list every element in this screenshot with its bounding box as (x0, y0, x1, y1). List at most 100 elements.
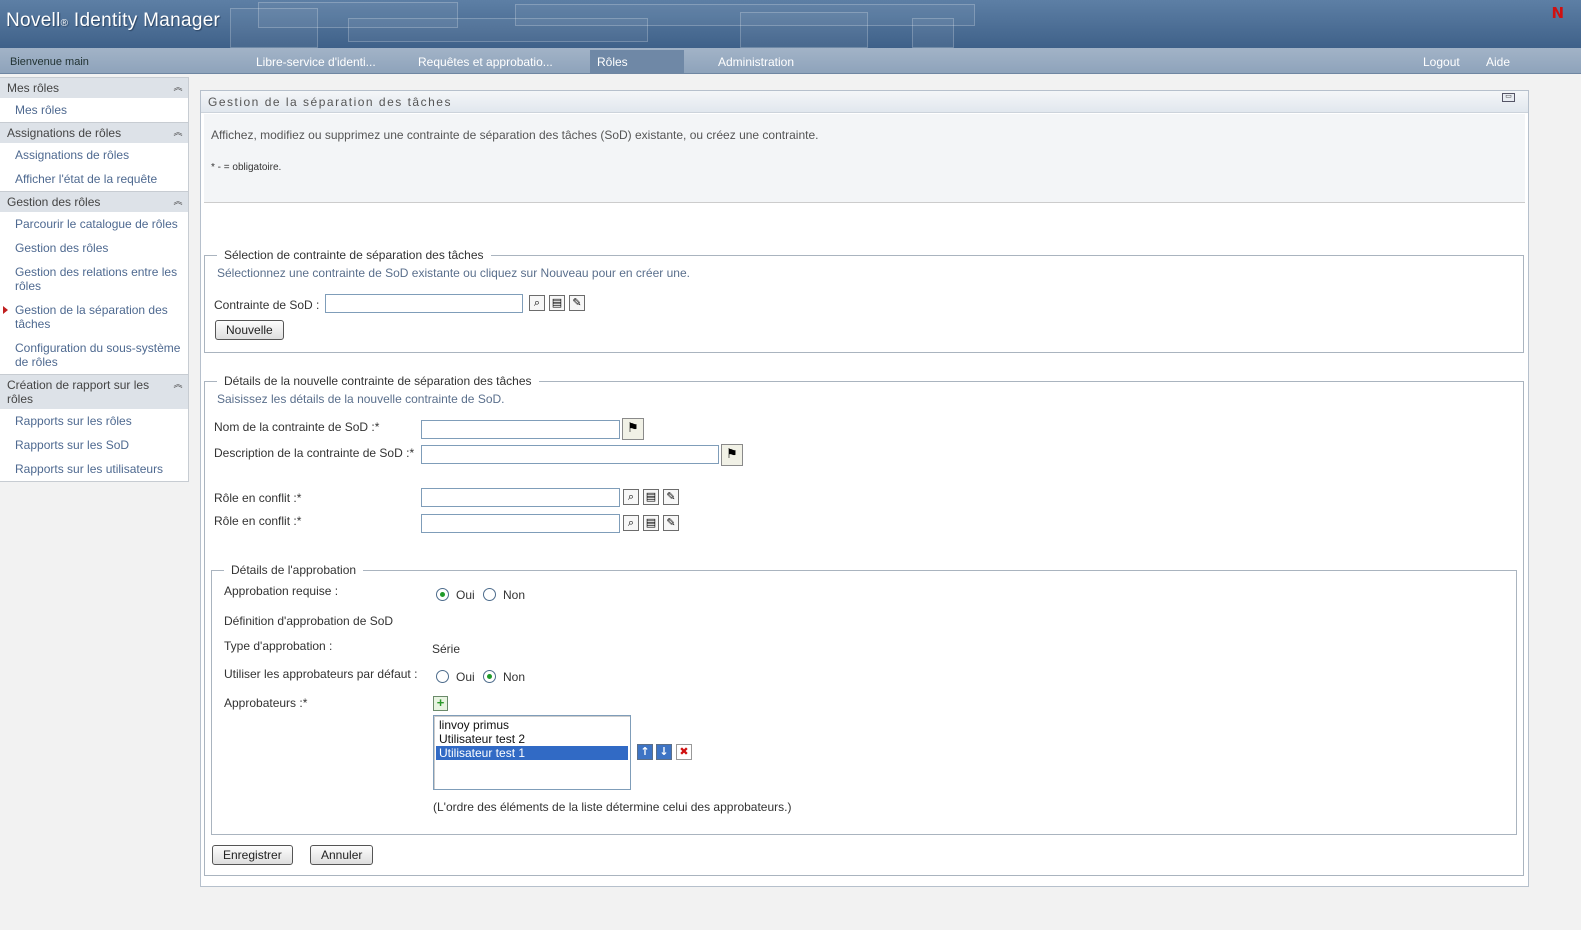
sidebar-item-role-subsystem-config[interactable]: Configuration du sous-système de rôles (0, 336, 188, 374)
brand-name: Novell (6, 10, 61, 31)
tab-self-service[interactable]: Libre-service d'identi... (256, 55, 376, 69)
section-legend: Sélection de contrainte de séparation de… (217, 248, 491, 262)
list-item[interactable]: Utilisateur test 1 (436, 746, 628, 760)
sidebar-section-role-management[interactable]: Gestion des rôles ︽ (0, 191, 188, 212)
sidebar-item-role-management[interactable]: Gestion des rôles (0, 236, 188, 260)
history-icon[interactable]: ▤ (549, 295, 565, 311)
approval-required-yes-label: Oui (456, 588, 475, 602)
default-approvers-yes-label: Oui (456, 670, 475, 684)
sidebar-item-sod-management[interactable]: Gestion de la séparation des tâches (0, 298, 188, 336)
conflicting-role-2-label: Rôle en conflit :* (214, 514, 302, 528)
required-note: * - = obligatoire. (211, 162, 282, 173)
sidebar-section-my-roles[interactable]: Mes rôles ︽ (0, 78, 188, 98)
approvers-label: Approbateurs :* (224, 696, 308, 710)
constraint-name-input[interactable] (421, 420, 620, 439)
sidebar-section-title: Assignations de rôles (7, 126, 122, 140)
search-icon[interactable]: ⌕ (623, 489, 639, 505)
sidebar-section-title: Mes rôles (7, 81, 60, 95)
tab-requests-approvals[interactable]: Requêtes et approbatio... (418, 55, 553, 69)
history-icon[interactable]: ▤ (643, 489, 659, 505)
intro-area: Affichez, modifiez ou supprimez une cont… (204, 114, 1525, 203)
approval-type-value: Série (432, 642, 461, 656)
approval-required-label: Approbation requise : (224, 584, 339, 598)
sidebar-item-user-reports[interactable]: Rapports sur les utilisateurs (0, 457, 188, 481)
section-hint: Sélectionnez une contrainte de SoD exist… (217, 266, 690, 280)
default-approvers-no-label: Non (503, 670, 526, 684)
logout-link[interactable]: Logout (1423, 55, 1460, 69)
approval-definition-label: Définition d'approbation de SoD (224, 614, 394, 628)
localize-icon[interactable]: ⚑ (622, 418, 644, 440)
localize-icon[interactable]: ⚑ (721, 444, 743, 466)
default-approvers-no-radio[interactable] (483, 670, 496, 683)
list-item[interactable]: linvoy primus (436, 718, 628, 732)
search-icon[interactable]: ⌕ (623, 515, 639, 531)
conflicting-role-1-input[interactable] (421, 488, 620, 507)
collapse-icon[interactable]: ︽ (172, 81, 184, 93)
approvers-order-note: (L'ordre des éléments de la liste déterm… (433, 800, 792, 814)
approvers-listbox[interactable]: linvoy primus Utilisateur test 2 Utilisa… (433, 715, 631, 790)
product-name: Identity Manager (68, 10, 221, 31)
cancel-button[interactable]: Annuler (310, 845, 374, 865)
list-item[interactable]: Utilisateur test 2 (436, 732, 628, 746)
app-brand: Novell® Identity Manager (6, 10, 220, 32)
move-up-icon[interactable]: ↑ (637, 744, 653, 760)
history-icon[interactable]: ▤ (643, 515, 659, 531)
sidebar-item-role-catalog[interactable]: Parcourir le catalogue de rôles (0, 212, 188, 236)
approval-required-no-radio[interactable] (483, 588, 496, 601)
sidebar: Mes rôles ︽ Mes rôles Assignations de rô… (0, 77, 189, 482)
collapse-icon[interactable]: ︽ (172, 378, 184, 390)
sidebar-item-role-relationships[interactable]: Gestion des relations entre les rôles (0, 260, 188, 298)
collapse-icon[interactable]: ︽ (172, 126, 184, 138)
constraint-description-input[interactable] (421, 445, 719, 464)
help-link[interactable]: Aide (1486, 55, 1510, 69)
edit-icon[interactable]: ✎ (663, 515, 679, 531)
welcome-text: Bienvenue main (10, 56, 89, 68)
approval-required-yes-radio[interactable] (436, 588, 449, 601)
header-decoration (912, 18, 954, 48)
sidebar-section-role-assignments[interactable]: Assignations de rôles ︽ (0, 122, 188, 143)
tab-roles[interactable]: Rôles (590, 50, 684, 73)
sod-selection-section: Sélection de contrainte de séparation de… (204, 248, 1524, 353)
conflicting-role-2-input[interactable] (421, 514, 620, 533)
section-legend: Détails de la nouvelle contrainte de sép… (217, 374, 539, 388)
default-approvers-yes-radio[interactable] (436, 670, 449, 683)
header-decoration (740, 12, 868, 48)
constraint-name-label: Nom de la contrainte de SoD :* (214, 420, 380, 434)
sidebar-item-my-roles[interactable]: Mes rôles (0, 98, 188, 122)
sod-management-panel: Gestion de la séparation des tâches ▭ Af… (200, 90, 1529, 887)
approval-details-section: Détails de l'approbation Approbation req… (211, 563, 1517, 835)
sod-constraint-input[interactable] (325, 294, 523, 313)
intro-text: Affichez, modifiez ou supprimez une cont… (211, 128, 819, 142)
sod-constraint-label: Contrainte de SoD : (214, 298, 320, 312)
edit-icon[interactable]: ✎ (569, 295, 585, 311)
panel-maximize-icon[interactable]: ▭ (1502, 93, 1515, 102)
section-legend: Détails de l'approbation (224, 563, 364, 577)
add-approver-icon[interactable]: + (433, 696, 448, 711)
remove-approver-icon[interactable]: ✖ (676, 744, 692, 760)
approval-required-no-label: Non (503, 588, 526, 602)
constraint-description-label: Description de la contrainte de SoD :* (214, 446, 415, 460)
sidebar-section-title: Création de rapport sur les rôles (7, 378, 150, 406)
search-icon[interactable]: ⌕ (529, 295, 545, 311)
move-down-icon[interactable]: ↓ (656, 744, 672, 760)
sidebar-section-role-reporting[interactable]: Création de rapport sur les rôles ︽ (0, 374, 188, 409)
section-hint: Saisissez les détails de la nouvelle con… (217, 392, 505, 406)
approval-type-label: Type d'approbation : (224, 639, 333, 653)
sidebar-item-role-assignments[interactable]: Assignations de rôles (0, 143, 188, 167)
conflicting-role-1-label: Rôle en conflit :* (214, 491, 302, 505)
collapse-icon[interactable]: ︽ (172, 195, 184, 207)
new-constraint-button[interactable]: Nouvelle (215, 320, 284, 340)
sidebar-item-request-status[interactable]: Afficher l'état de la requête (0, 167, 188, 191)
main-navigation: Bienvenue main Libre-service d'identi...… (0, 48, 1581, 74)
sidebar-item-role-reports[interactable]: Rapports sur les rôles (0, 409, 188, 433)
edit-icon[interactable]: ✎ (663, 489, 679, 505)
panel-title: Gestion de la séparation des tâches (201, 91, 1528, 113)
tab-administration[interactable]: Administration (718, 55, 794, 69)
default-approvers-label: Utiliser les approbateurs par défaut : (224, 667, 418, 681)
save-button[interactable]: Enregistrer (212, 845, 293, 865)
sidebar-section-title: Gestion des rôles (7, 195, 101, 209)
sidebar-item-sod-reports[interactable]: Rapports sur les SoD (0, 433, 188, 457)
new-constraint-details-section: Détails de la nouvelle contrainte de sép… (204, 374, 1524, 876)
novell-logo-icon: N (1551, 4, 1564, 22)
app-header: Novell® Identity Manager N (0, 0, 1581, 48)
